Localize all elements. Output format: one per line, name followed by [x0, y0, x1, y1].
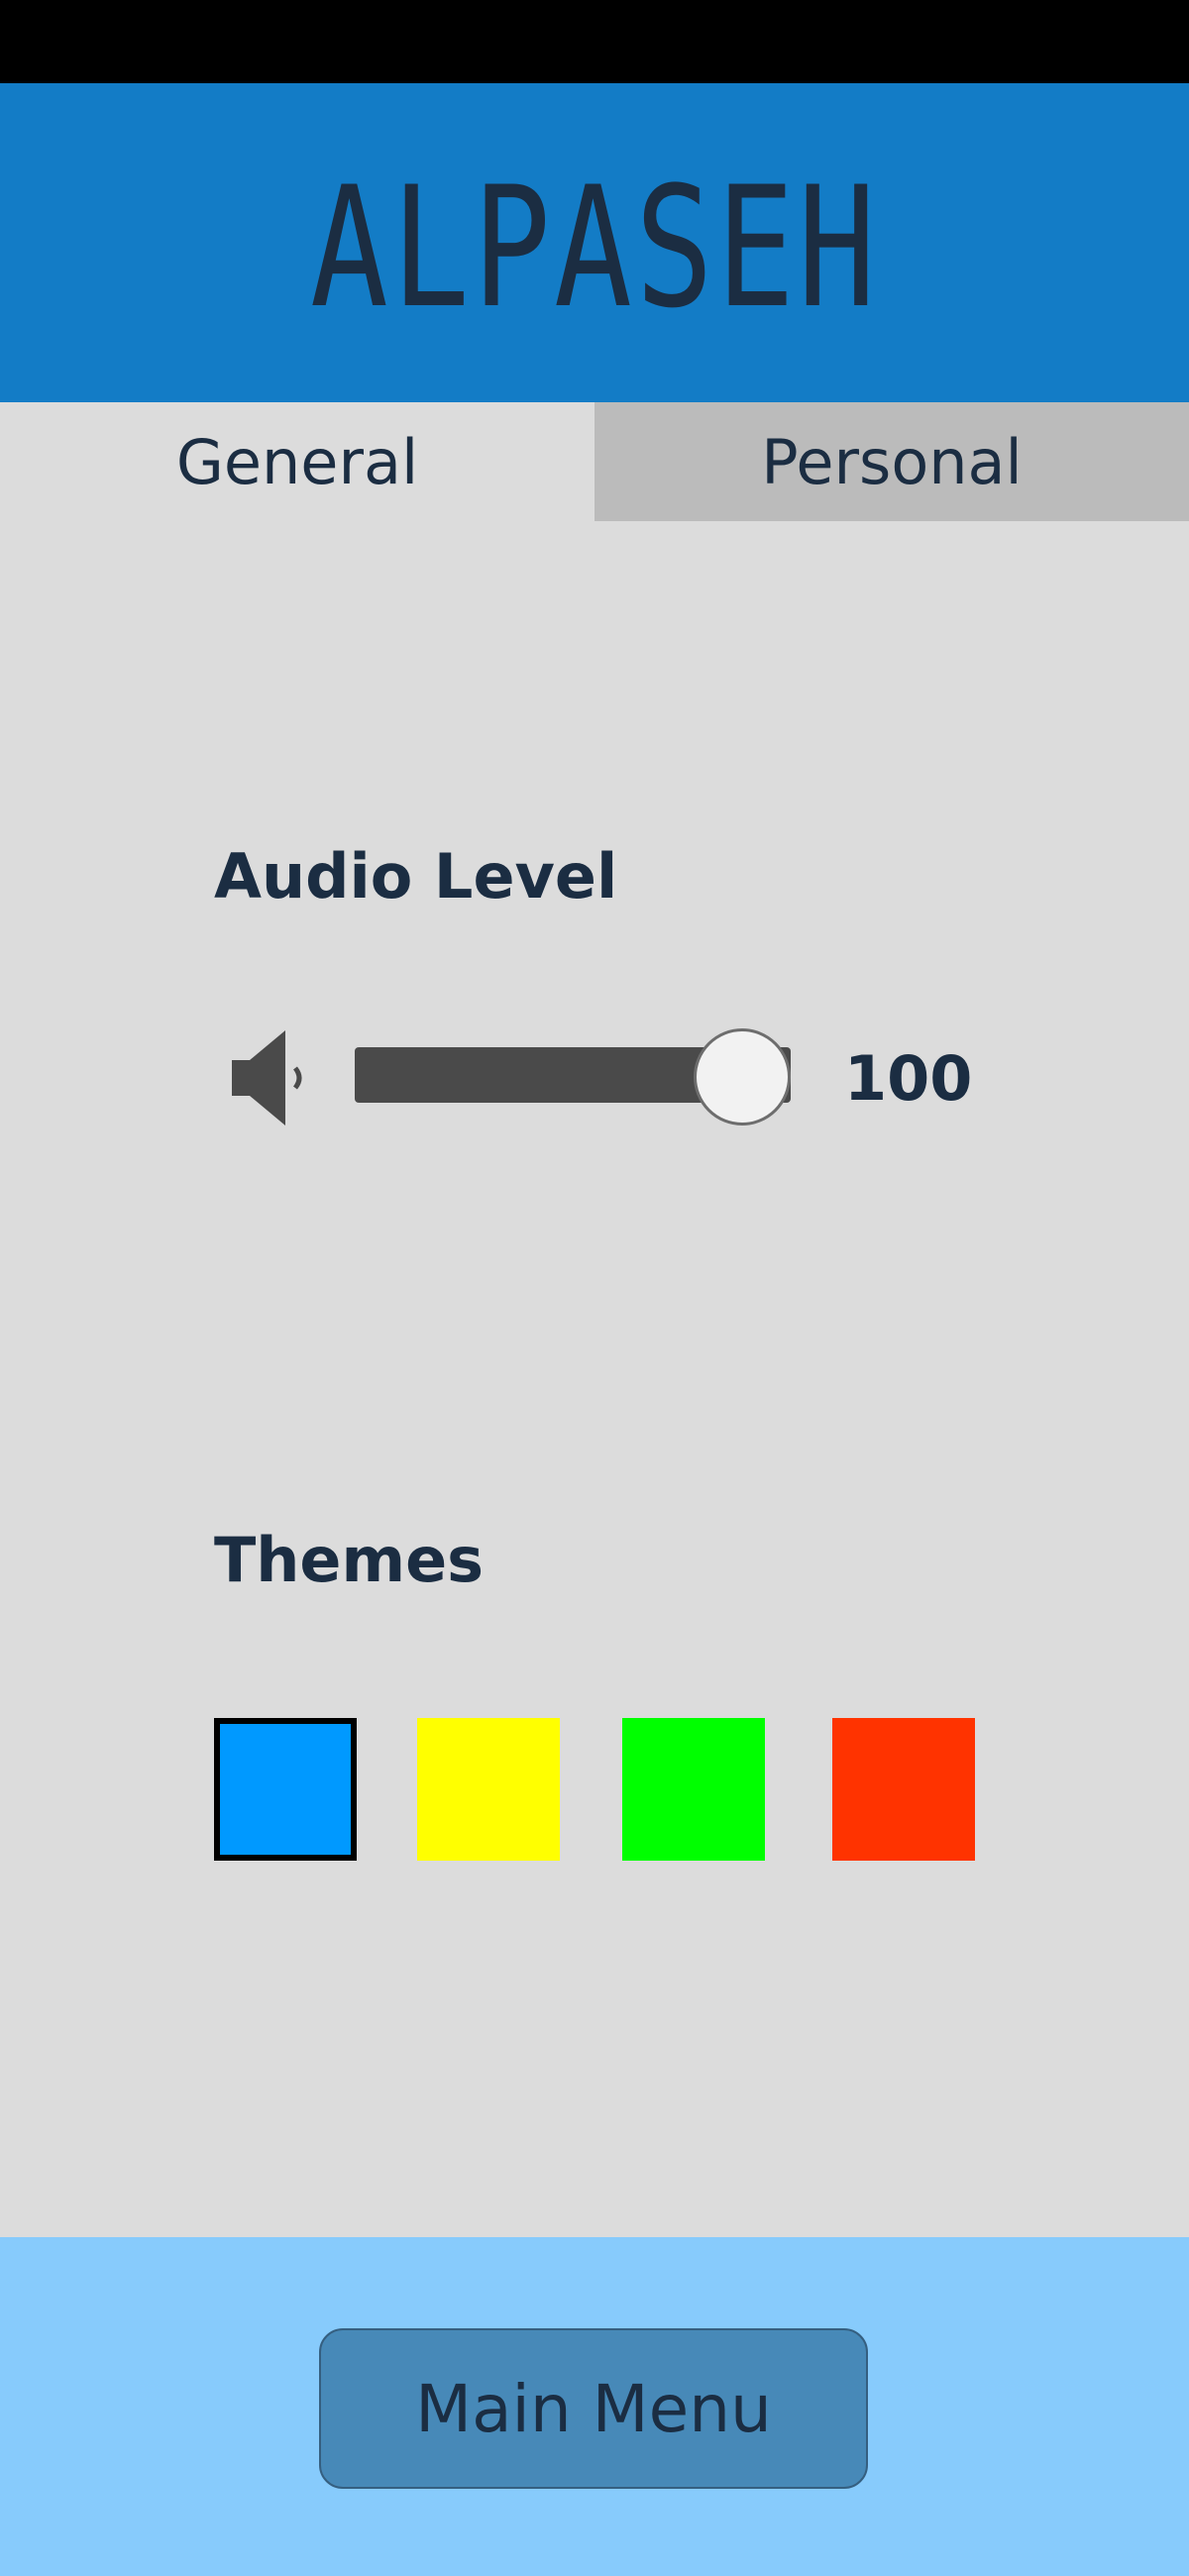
theme-swatch-red[interactable]: [832, 1718, 975, 1861]
tab-bar: General Personal: [0, 402, 1189, 521]
app-title: ALPASEH: [309, 151, 880, 345]
status-bar: [0, 0, 1189, 83]
audio-level-title: Audio Level: [214, 840, 618, 912]
tab-general[interactable]: General: [0, 402, 594, 521]
main-menu-button[interactable]: Main Menu: [319, 2328, 868, 2489]
app-header: ALPASEH: [0, 83, 1189, 402]
audio-level-value: 100: [844, 1042, 973, 1115]
theme-swatch-yellow[interactable]: [417, 1718, 560, 1861]
theme-swatch-blue[interactable]: [214, 1718, 357, 1861]
tab-personal[interactable]: Personal: [594, 402, 1189, 521]
themes-title: Themes: [214, 1524, 485, 1596]
audio-level-slider-thumb[interactable]: [694, 1028, 791, 1126]
speaker-icon: [232, 1030, 302, 1126]
theme-swatch-green[interactable]: [622, 1718, 765, 1861]
